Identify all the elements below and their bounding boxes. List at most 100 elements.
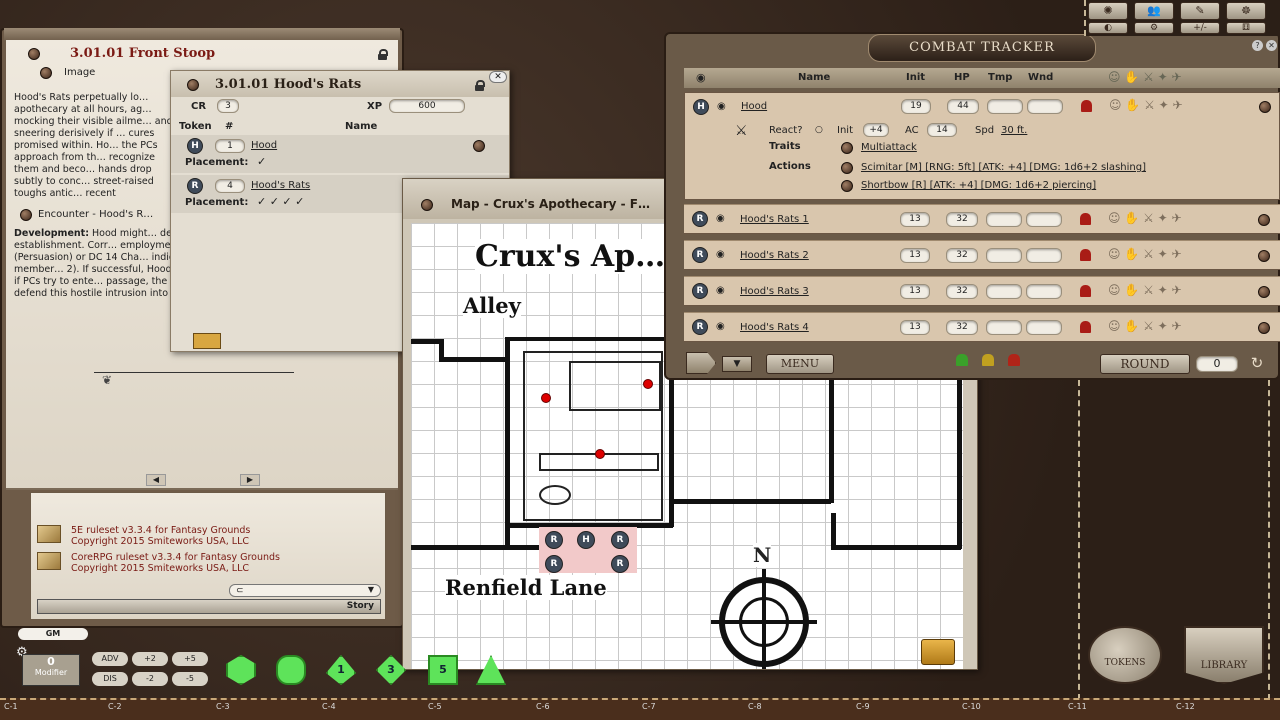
mod-button-minus5[interactable]: -5	[172, 672, 208, 686]
combatant-name[interactable]: Hood's Rats 3	[740, 286, 809, 297]
init-field[interactable]: 13	[900, 284, 930, 299]
map-token[interactable]: R	[611, 531, 629, 549]
faction-helmet-icon[interactable]	[1080, 321, 1091, 333]
mod-button-minus2[interactable]: -2	[132, 672, 168, 686]
pin-icon[interactable]	[595, 449, 605, 459]
map-link-icon[interactable]	[421, 199, 433, 211]
encounter-link-label[interactable]: Encounter - Hood's R…	[38, 209, 153, 220]
tokens-button[interactable]: TOKENS	[1088, 626, 1162, 684]
menu-button[interactable]: MENU	[766, 354, 834, 374]
tool-options-icon[interactable]: ☸	[1226, 2, 1266, 20]
wnd-field[interactable]	[1027, 99, 1063, 114]
xp-field[interactable]: 600	[389, 99, 465, 113]
combatant-name[interactable]: Hood's Rats 2	[740, 250, 809, 261]
close-icon[interactable]: ✕	[489, 71, 507, 83]
check-icon[interactable]: ✓	[257, 155, 266, 168]
encounter-link-icon[interactable]	[20, 209, 32, 221]
npc-link-icon[interactable]	[1259, 101, 1271, 113]
library-button[interactable]: LIBRARY	[1184, 626, 1264, 684]
tmp-field[interactable]	[986, 284, 1022, 299]
init-field[interactable]: 13	[900, 248, 930, 263]
effects-icon[interactable]: ☺ ✋ ⚔ ✦ ✈	[1108, 247, 1182, 261]
wnd-field[interactable]	[1026, 284, 1062, 299]
tool-settings-icon[interactable]: ⚙	[1134, 22, 1174, 34]
d10-icon[interactable]: 1	[326, 655, 356, 685]
faction-foe-icon[interactable]	[1008, 354, 1020, 366]
pin-icon[interactable]	[541, 393, 551, 403]
react-checkbox[interactable]: ○	[815, 125, 823, 135]
token-h[interactable]: H	[693, 99, 709, 115]
d6-icon[interactable]: 5	[428, 655, 458, 685]
hp-field[interactable]: 32	[946, 284, 978, 299]
init-mod-field[interactable]: +4	[863, 123, 889, 137]
tmp-field[interactable]	[986, 248, 1022, 263]
npc-name-link[interactable]: Hood's Rats	[251, 180, 310, 191]
init-field[interactable]: 13	[900, 212, 930, 227]
mod-button-plus2[interactable]: +2	[132, 652, 168, 666]
npc-link-icon[interactable]	[1258, 250, 1270, 262]
token-r[interactable]: R	[692, 247, 708, 263]
visibility-icon[interactable]: ◉	[716, 249, 725, 260]
npc-link-icon[interactable]	[1258, 322, 1270, 334]
action-link[interactable]: Scimitar [M] [RNG: 5ft] [ATK: +4] [DMG: …	[861, 162, 1146, 173]
faction-friend-icon[interactable]	[956, 354, 968, 366]
hp-field[interactable]: 32	[946, 212, 978, 227]
combat-row[interactable]: R ◉ Hood's Rats 2 13 32 ☺ ✋ ⚔ ✦ ✈	[684, 240, 1280, 270]
map-token[interactable]: R	[611, 555, 629, 573]
token-h[interactable]: H	[187, 138, 203, 154]
visibility-icon[interactable]: ◉	[716, 213, 725, 224]
token-r[interactable]: R	[692, 211, 708, 227]
faction-helmet-icon[interactable]	[1080, 213, 1091, 225]
map-token[interactable]: R	[545, 531, 563, 549]
hp-field[interactable]: 32	[946, 320, 978, 335]
tool-party-icon[interactable]: 👥	[1134, 2, 1174, 20]
action-link-icon[interactable]	[841, 162, 853, 174]
visibility-icon[interactable]: ◉	[696, 71, 706, 84]
init-field[interactable]: 13	[900, 320, 930, 335]
ac-field[interactable]: 14	[927, 123, 957, 137]
visibility-icon[interactable]: ◉	[716, 321, 725, 332]
modifier-box[interactable]: 0 Modifier	[22, 654, 80, 686]
image-link-icon[interactable]	[40, 67, 52, 79]
token-r[interactable]: R	[692, 319, 708, 335]
npc-name-link[interactable]: Hood	[251, 140, 277, 151]
combatant-name[interactable]: Hood's Rats 1	[740, 214, 809, 225]
map-token[interactable]: H	[577, 531, 595, 549]
map-token[interactable]: R	[545, 555, 563, 573]
tmp-field[interactable]	[986, 212, 1022, 227]
mod-button-dis[interactable]: DIS	[92, 672, 128, 686]
combat-row[interactable]: R ◉ Hood's Rats 4 13 32 ☺ ✋ ⚔ ✦ ✈	[684, 312, 1280, 342]
init-field[interactable]: 19	[901, 99, 931, 114]
effects-icon[interactable]: ☺ ✋ ⚔ ✦ ✈	[1108, 283, 1182, 297]
d20-icon[interactable]	[226, 655, 256, 685]
tool-effects-icon[interactable]: ✺	[1088, 2, 1128, 20]
mod-button-plus5[interactable]: +5	[172, 652, 208, 666]
action-link[interactable]: Shortbow [R] [ATK: +4] [DMG: 1d6+2 pierc…	[861, 180, 1096, 191]
token-r[interactable]: R	[692, 283, 708, 299]
cr-field[interactable]: 3	[217, 99, 239, 113]
combatant-name[interactable]: Hood	[741, 101, 767, 112]
combat-row[interactable]: R ◉ Hood's Rats 1 13 32 ☺ ✋ ⚔ ✦ ✈	[684, 204, 1280, 234]
story-link-icon[interactable]	[28, 48, 40, 60]
effects-icon[interactable]: ☺ ✋ ⚔ ✦ ✈	[1108, 70, 1182, 84]
npc-link-icon[interactable]	[1258, 214, 1270, 226]
help-icon[interactable]: ?	[1252, 40, 1263, 51]
wnd-field[interactable]	[1026, 320, 1062, 335]
visibility-icon[interactable]: ◉	[717, 101, 726, 112]
page-prev-button[interactable]: ◀	[146, 474, 166, 486]
lock-icon[interactable]	[378, 49, 388, 60]
faction-helmet-icon[interactable]	[1081, 100, 1092, 112]
visibility-icon[interactable]: ◉	[716, 285, 725, 296]
trait-link-icon[interactable]	[841, 142, 853, 154]
hp-field[interactable]: 44	[947, 99, 979, 114]
combatant-name[interactable]: Hood's Rats 4	[740, 322, 809, 333]
page-next-button[interactable]: ▶	[240, 474, 260, 486]
effects-icon[interactable]: ☺ ✋ ⚔ ✦ ✈	[1109, 98, 1183, 112]
combat-row[interactable]: R ◉ Hood's Rats 3 13 32 ☺ ✋ ⚔ ✦ ✈	[684, 276, 1280, 306]
count-field[interactable]: 1	[215, 139, 245, 153]
mod-button-adv[interactable]: ADV	[92, 652, 128, 666]
lock-icon[interactable]	[475, 80, 485, 91]
tmp-field[interactable]	[987, 99, 1023, 114]
token-r[interactable]: R	[187, 178, 203, 194]
close-icon[interactable]: ✕	[1266, 40, 1277, 51]
